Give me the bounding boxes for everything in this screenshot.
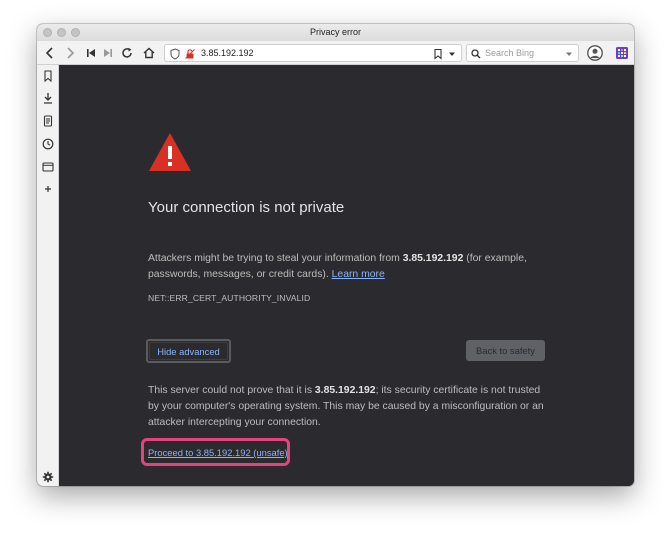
zoom-window-button[interactable] bbox=[71, 28, 80, 37]
notes-icon bbox=[43, 115, 53, 127]
rewind-button[interactable] bbox=[82, 44, 100, 62]
sidebar bbox=[37, 65, 59, 486]
forward-arrow-icon bbox=[67, 47, 75, 59]
error-page: Your connection is not private Attackers… bbox=[59, 65, 634, 486]
search-bar[interactable]: Search Bing bbox=[466, 44, 579, 62]
hide-advanced-label: Hide advanced bbox=[157, 345, 220, 357]
extensions-button[interactable] bbox=[613, 44, 631, 62]
account-button[interactable] bbox=[586, 44, 604, 62]
url-dropdown-icon[interactable] bbox=[446, 47, 458, 59]
skip-back-icon bbox=[87, 49, 95, 57]
back-to-safety-button[interactable]: Back to safety bbox=[466, 340, 545, 361]
sidebar-bookmarks-button[interactable] bbox=[41, 69, 55, 83]
intro-host: 3.85.192.192 bbox=[402, 253, 464, 264]
insecure-lock-icon[interactable] bbox=[184, 47, 196, 59]
reload-button[interactable] bbox=[118, 44, 136, 62]
error-code: NET::ERR_CERT_AUTHORITY_INVALID bbox=[148, 293, 311, 303]
browser-window: Privacy error 3.85.192.192 Search Bing Y… bbox=[37, 24, 634, 486]
hide-advanced-button[interactable]: Hide advanced bbox=[146, 339, 231, 363]
title-bar: Privacy error bbox=[37, 24, 634, 41]
gear-icon bbox=[42, 471, 54, 483]
clock-icon bbox=[42, 138, 54, 150]
bookmark-icon bbox=[44, 70, 52, 82]
intro-text: Attackers might be trying to steal your … bbox=[148, 251, 548, 283]
user-avatar-icon bbox=[587, 45, 603, 61]
forward-button[interactable] bbox=[61, 44, 79, 62]
minimize-window-button[interactable] bbox=[57, 28, 66, 37]
grid-extension-icon bbox=[616, 47, 628, 59]
proceed-unsafe-link[interactable]: Proceed to 3.85.192.192 (unsafe) bbox=[148, 447, 288, 458]
reload-icon bbox=[122, 47, 132, 58]
search-engine-dropdown-icon[interactable] bbox=[563, 47, 575, 59]
address-bar[interactable]: 3.85.192.192 bbox=[164, 44, 462, 62]
search-icon bbox=[470, 47, 483, 59]
learn-more-link[interactable]: Learn more bbox=[332, 269, 385, 280]
details-host: 3.85.192.192 bbox=[314, 385, 376, 396]
details-text: This server could not prove that it is 3… bbox=[148, 383, 553, 431]
search-input[interactable]: Search Bing bbox=[485, 45, 534, 61]
window-panel-icon bbox=[42, 162, 54, 172]
sidebar-history-button[interactable] bbox=[41, 137, 55, 151]
close-window-button[interactable] bbox=[43, 28, 52, 37]
sidebar-add-panel-button[interactable] bbox=[41, 182, 55, 196]
home-icon bbox=[143, 47, 155, 59]
back-arrow-icon bbox=[45, 47, 53, 59]
shield-icon[interactable] bbox=[169, 47, 181, 60]
back-button[interactable] bbox=[41, 44, 59, 62]
sidebar-notes-button[interactable] bbox=[41, 114, 55, 128]
plus-icon bbox=[45, 186, 51, 192]
sidebar-downloads-button[interactable] bbox=[41, 91, 55, 105]
url-text[interactable]: 3.85.192.192 bbox=[201, 45, 254, 61]
page-title: Your connection is not private bbox=[148, 199, 345, 216]
details-text-part: This server could not prove that it is bbox=[148, 385, 315, 396]
toolbar: 3.85.192.192 Search Bing bbox=[37, 41, 634, 65]
intro-text-part: Attackers might be trying to steal your … bbox=[148, 253, 403, 264]
download-icon bbox=[44, 93, 52, 104]
window-title: Privacy error bbox=[309, 27, 361, 37]
skip-forward-icon bbox=[104, 49, 112, 57]
home-button[interactable] bbox=[140, 44, 158, 62]
sidebar-settings-button[interactable] bbox=[41, 470, 55, 484]
sidebar-window-button[interactable] bbox=[41, 160, 55, 174]
warning-triangle-icon bbox=[149, 133, 191, 171]
bookmark-icon[interactable] bbox=[432, 47, 444, 60]
fast-forward-button[interactable] bbox=[99, 44, 117, 62]
